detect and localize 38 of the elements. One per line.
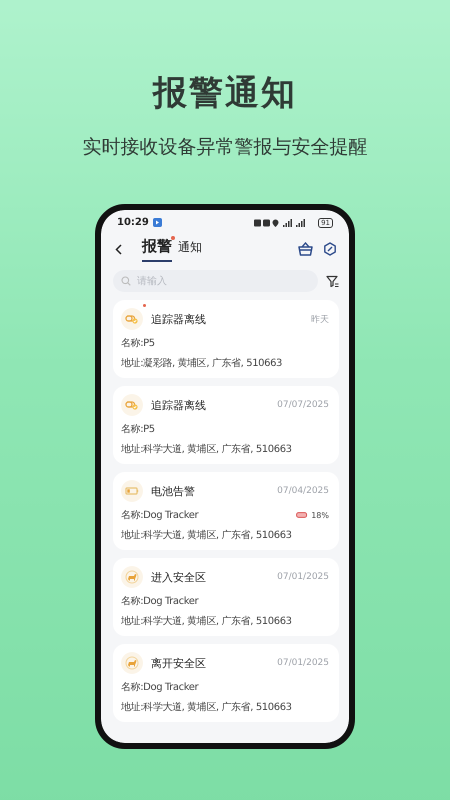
low-battery-icon [296,512,308,518]
device-address: 地址:科学大道, 黄埔区, 广东省, 510663 [121,528,293,542]
alert-title: 进入安全区 [151,570,206,584]
filter-icon[interactable] [326,274,339,288]
device-address: 地址:凝彩路, 黄埔区, 广东省, 510663 [121,356,284,370]
device-name: 名称:P5 [121,337,155,350]
back-icon[interactable] [115,244,122,254]
pet-icon [123,654,141,672]
basket-icon[interactable] [298,242,313,256]
status-time: 10:29 [117,217,149,228]
alert-title: 追踪器离线 [151,398,206,412]
alert-title: 离开安全区 [151,656,206,670]
alert-date: 07/04/2025 [277,486,329,496]
subtitle: 实时接收设备异常警报与安全提醒 [82,135,368,160]
device-name: 名称:Dog Tracker [121,509,198,522]
device-address: 地址:科学大道, 黄埔区, 广东省, 510663 [121,700,293,714]
alert-card[interactable]: 进入安全区 07/01/2025 名称:Dog Tracker 地址:科学大道, 黄埔区, 广东省, 510663 [113,558,339,636]
tab[interactable]: 通知 [178,239,202,262]
app-notification-icon [152,218,162,227]
search-icon [121,276,131,286]
alert-card[interactable]: 追踪器离线 昨天 名称:P5 地址:凝彩路, 黄埔区, 广东省, 510663 [113,300,339,378]
alert-date: 昨天 [311,314,329,326]
alert-date: 07/07/2025 [277,400,329,410]
alert-card[interactable]: 电池告警 07/04/2025 名称:Dog Tracker 18% 地址:科学大道, 黄埔区, 广东省, 510663 [113,472,339,550]
pet-icon [123,568,141,586]
device-name: 名称:P5 [121,423,155,436]
alert-date: 07/01/2025 [277,658,329,668]
alert-title: 电池告警 [151,484,195,498]
device-address: 地址:科学大道, 黄埔区, 广东省, 510663 [121,442,293,456]
battery-level: 18% [311,510,329,520]
device-address: 地址:科学大道, 黄埔区, 广东省, 510663 [121,614,293,628]
alert-title: 追踪器离线 [151,312,206,326]
headline: 报警通知 [153,72,297,115]
device-name: 名称:Dog Tracker [121,595,198,608]
alert-card[interactable]: 追踪器离线 07/07/2025 名称:P5 地址:科学大道, 黄埔区, 广东省, 510663 [113,386,339,464]
device-name: 名称:Dog Tracker [121,681,198,694]
alert-card[interactable]: 离开安全区 07/01/2025 名称:Dog Tracker 地址:科学大道, 黄埔区, 广东省, 510663 [113,644,339,722]
alert-date: 07/01/2025 [277,572,329,582]
